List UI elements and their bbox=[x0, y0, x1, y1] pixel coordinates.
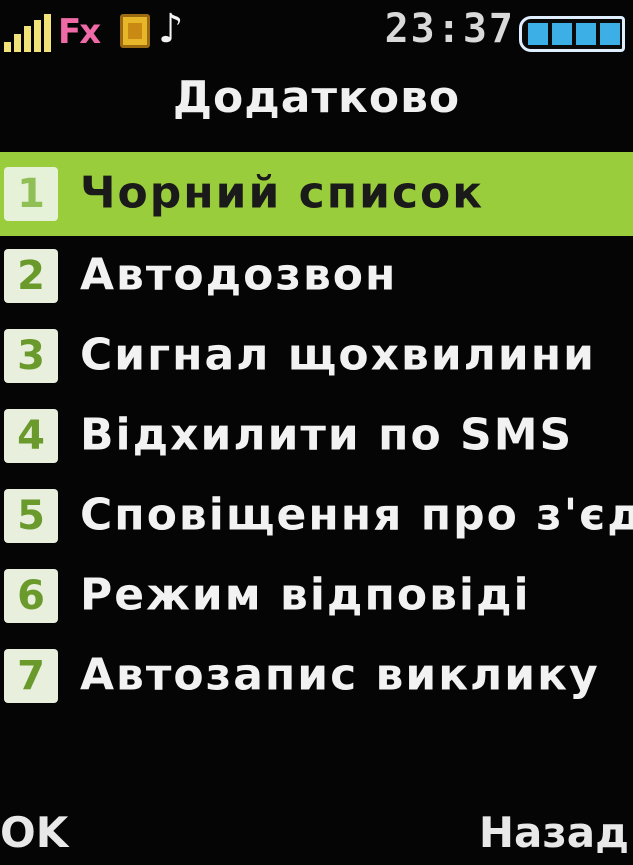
menu-item-label: Чорний список bbox=[80, 167, 485, 219]
back-softkey[interactable]: Назад bbox=[479, 808, 629, 857]
menu-item-label: Автодозвон bbox=[80, 249, 398, 301]
menu-item-5[interactable]: 5 Сповіщення про з'єд... bbox=[0, 476, 633, 556]
menu-list: 1 Чорний список 2 Автодозвон 3 Сигнал щохвили… bbox=[0, 152, 633, 716]
menu-item-label: Сповіщення про з'єд... bbox=[80, 489, 633, 541]
menu-item-label: Відхилити по SMS bbox=[80, 409, 574, 461]
menu-item-4[interactable]: 4 Відхилити по SMS bbox=[0, 396, 633, 476]
page-title: Додатково bbox=[172, 72, 461, 123]
menu-item-3[interactable]: 3 Сигнал щохвилини bbox=[0, 316, 633, 396]
menu-item-2[interactable]: 2 Автодозвон bbox=[0, 236, 633, 316]
menu-item-number-badge: 6 bbox=[4, 569, 58, 623]
menu-item-number-badge: 2 bbox=[4, 249, 58, 303]
battery-icon bbox=[519, 16, 625, 52]
menu-item-label: Режим відповіді bbox=[80, 569, 531, 621]
phone-screen: Fx ♪ 23:37 Додатково 1 Чорний список 2 Авто… bbox=[0, 0, 633, 865]
gprs-icon: Fx bbox=[58, 12, 101, 52]
menu-item-7[interactable]: 7 Автозапис виклику bbox=[0, 636, 633, 716]
menu-item-1[interactable]: 1 Чорний список bbox=[0, 152, 633, 236]
menu-item-number-badge: 7 bbox=[4, 649, 58, 703]
menu-item-number-badge: 1 bbox=[4, 167, 58, 221]
menu-item-number-badge: 5 bbox=[4, 489, 58, 543]
menu-item-label: Сигнал щохвилини bbox=[80, 329, 596, 381]
menu-item-number-badge: 3 bbox=[4, 329, 58, 383]
menu-item-number-badge: 4 bbox=[4, 409, 58, 463]
signal-strength-icon bbox=[4, 14, 52, 52]
status-bar: Fx ♪ 23:37 bbox=[0, 0, 633, 68]
music-note-icon: ♪ bbox=[158, 6, 184, 52]
clock: 23:37 bbox=[384, 6, 515, 52]
menu-item-label: Автозапис виклику bbox=[80, 649, 600, 701]
menu-item-6[interactable]: 6 Режим відповіді bbox=[0, 556, 633, 636]
sim-card-icon bbox=[120, 14, 150, 48]
ok-softkey[interactable]: OK bbox=[0, 808, 68, 857]
